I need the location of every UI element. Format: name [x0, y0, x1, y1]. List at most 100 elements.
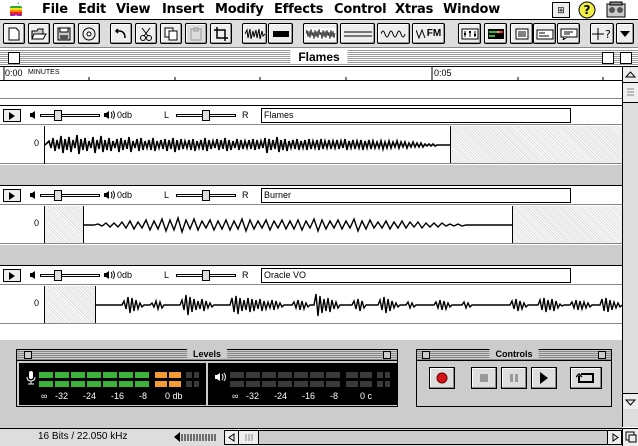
volume-slider-track[interactable] [40, 274, 100, 277]
zoom-box[interactable] [602, 52, 614, 64]
zero-line-label: 0 [34, 218, 40, 228]
menu-effects[interactable]: Effects [274, 2, 323, 17]
speaker-low-icon [30, 191, 35, 199]
track-play-button[interactable] [3, 109, 21, 122]
fm-synth-button[interactable]: FM [412, 23, 445, 44]
levels-title: Levels [186, 349, 228, 359]
chat-button[interactable] [557, 23, 580, 44]
track-play-button[interactable] [3, 189, 21, 202]
levels-close-box[interactable] [24, 351, 32, 359]
menu-view[interactable]: View [116, 2, 151, 17]
scale-inf-right: ∞ [232, 391, 239, 401]
volume-slider-track[interactable] [40, 114, 100, 117]
menu-window[interactable]: Window [443, 2, 500, 17]
pan-slider-thumb[interactable] [202, 270, 210, 281]
controls-zoom-box[interactable] [598, 351, 606, 359]
volume-slider-thumb[interactable] [54, 190, 62, 201]
track-play-button[interactable] [3, 269, 21, 282]
size-box[interactable] [622, 429, 638, 446]
menu-insert[interactable]: Insert [162, 2, 204, 17]
pan-slider-thumb[interactable] [202, 190, 210, 201]
solid-block-icon [272, 30, 289, 37]
track-name-field[interactable]: Oracle VO [261, 268, 571, 283]
noise-button[interactable] [303, 23, 338, 44]
microphone-icon [26, 371, 36, 385]
zero-line-label: 0 [34, 298, 40, 308]
speaker-low-icon [30, 111, 35, 119]
volume-slider-thumb[interactable] [54, 110, 62, 121]
cut-button[interactable] [135, 23, 157, 44]
volume-slider-track[interactable] [40, 194, 100, 197]
menu-edit[interactable]: Edit [78, 2, 106, 17]
track-header: 0db L R Burner [0, 185, 622, 205]
crop-button[interactable] [210, 23, 232, 44]
zoom-slider[interactable] [172, 431, 222, 444]
scroll-right-button[interactable] [607, 431, 621, 444]
volume-readout: 0db [117, 190, 133, 200]
pause-button[interactable] [501, 367, 527, 389]
waveform-area[interactable]: 0 [0, 126, 622, 164]
app-menu-icon[interactable]: ⊞ [552, 2, 570, 18]
levels-zoom-box[interactable] [383, 351, 391, 359]
list-button[interactable] [510, 23, 533, 44]
scroll-left-button[interactable] [225, 431, 239, 444]
volume-slider-thumb[interactable] [54, 270, 62, 281]
save-button[interactable] [53, 23, 75, 44]
menu-file[interactable]: File [42, 2, 68, 17]
scroll-down-button[interactable] [623, 393, 638, 409]
silence-lines-button[interactable] [340, 23, 375, 44]
pan-left-label: L [164, 190, 170, 200]
scroll-up-button[interactable] [623, 67, 638, 83]
waveform-area[interactable]: 0 [0, 286, 622, 324]
context-help-button[interactable]: ? [590, 23, 614, 44]
waveform-view-button[interactable] [242, 23, 267, 44]
window-title-bar[interactable]: Flames [0, 49, 638, 67]
waveform-burner [84, 215, 512, 235]
new-file-button[interactable] [3, 23, 25, 44]
mixer-button[interactable] [458, 23, 481, 44]
paste-button[interactable] [185, 23, 207, 44]
apple-icon[interactable] [8, 1, 24, 18]
info-button[interactable] [533, 23, 556, 44]
record-button[interactable] [429, 367, 455, 389]
controls-close-box[interactable] [422, 351, 430, 359]
stop-button[interactable] [471, 367, 497, 389]
collapse-box[interactable] [620, 52, 632, 64]
help-icon[interactable]: ? [578, 1, 596, 19]
pan-slider-thumb[interactable] [202, 110, 210, 121]
levels-title-bar[interactable]: Levels [17, 349, 397, 361]
pan-left-label: L [164, 270, 170, 280]
sine-button[interactable] [377, 23, 410, 44]
undo-button[interactable] [110, 23, 132, 44]
controls-title-bar[interactable]: Controls [417, 349, 611, 361]
svg-text:?: ? [584, 3, 591, 17]
track-name-field[interactable]: Burner [261, 188, 571, 203]
track-header: 0db L R Flames [0, 105, 622, 125]
play-button[interactable] [531, 367, 557, 389]
toolbar-menu-button[interactable] [616, 23, 634, 44]
cd-button[interactable] [78, 23, 100, 44]
speech-balloon-icon [560, 28, 577, 40]
open-button[interactable] [28, 23, 50, 44]
left-meter-bars [39, 372, 199, 387]
timeline-ruler[interactable]: 0:00 MINUTES 0:05 [0, 67, 622, 81]
menu-modify[interactable]: Modify [215, 2, 264, 17]
close-box[interactable] [8, 52, 20, 64]
loop-button[interactable] [570, 367, 602, 389]
horizontal-scrollbar[interactable] [224, 430, 622, 445]
menu-control[interactable]: Control [334, 2, 387, 17]
levels-button[interactable] [484, 23, 507, 44]
marker-strip[interactable] [0, 82, 622, 99]
copy-button[interactable] [160, 23, 182, 44]
silence-button[interactable] [268, 23, 293, 44]
scroll-thumb[interactable] [623, 83, 638, 103]
flat-lines-icon [343, 31, 372, 36]
track-name-field[interactable]: Flames [261, 108, 571, 123]
vertical-scrollbar[interactable] [622, 67, 638, 427]
waveform-icon [244, 27, 265, 39]
sample-format: 16 Bits / 22.050 kHz [38, 431, 128, 442]
waveform-area[interactable]: 0 [0, 206, 622, 244]
application-icon[interactable] [606, 1, 628, 19]
menu-xtras[interactable]: Xtras [395, 2, 433, 17]
h-scroll-thumb[interactable] [239, 431, 259, 444]
